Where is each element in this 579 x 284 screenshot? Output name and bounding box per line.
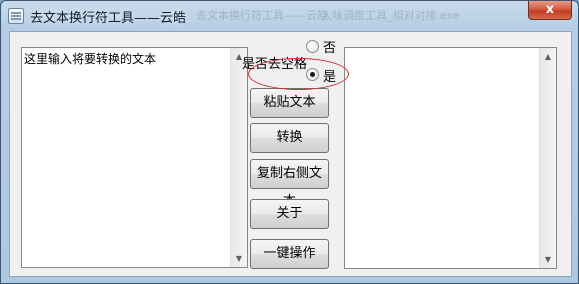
background-window-title: 去文本换行符工具——云皓 xyxy=(196,9,328,22)
radio-no[interactable] xyxy=(306,40,319,53)
app-window: 去文本换行符工具——云皓 去文本换行符工具——云皓 人味调度工具_相对对接.ex… xyxy=(0,0,579,284)
close-button[interactable]: x xyxy=(528,1,572,20)
close-icon: x xyxy=(545,2,555,17)
title-bar[interactable]: 去文本换行符工具——云皓 去文本换行符工具——云皓 人味调度工具_相对对接.ex… xyxy=(1,1,578,31)
window-title: 去文本换行符工具——云皓 xyxy=(30,11,187,26)
radio-no-label[interactable]: 否 xyxy=(323,37,336,56)
output-scrollbar[interactable]: ▲ ▼ xyxy=(539,48,556,268)
background-window-filename: 人味调度工具_相对对接.exe xyxy=(321,9,460,22)
scroll-down-icon[interactable]: ▼ xyxy=(231,250,247,267)
convert-button[interactable]: 转换 xyxy=(250,123,329,153)
about-button[interactable]: 关于 xyxy=(250,199,329,229)
input-textarea[interactable]: 这里输入将要转换的文本 ▲ ▼ xyxy=(21,47,248,268)
copy-right-text-button[interactable]: 复制右侧文本 xyxy=(250,159,329,209)
annotation-ellipse xyxy=(248,58,349,90)
output-textarea[interactable]: ▲ ▼ xyxy=(344,47,557,269)
scroll-up-icon[interactable]: ▲ xyxy=(540,48,556,65)
one-click-button[interactable]: 一键操作 xyxy=(250,239,329,269)
scroll-down-icon[interactable]: ▼ xyxy=(540,251,556,268)
input-text: 这里输入将要转换的文本 xyxy=(24,52,157,66)
paste-text-button[interactable]: 粘贴文本 xyxy=(250,88,329,118)
input-scrollbar[interactable]: ▲ ▼ xyxy=(230,48,247,267)
app-icon xyxy=(8,8,24,24)
